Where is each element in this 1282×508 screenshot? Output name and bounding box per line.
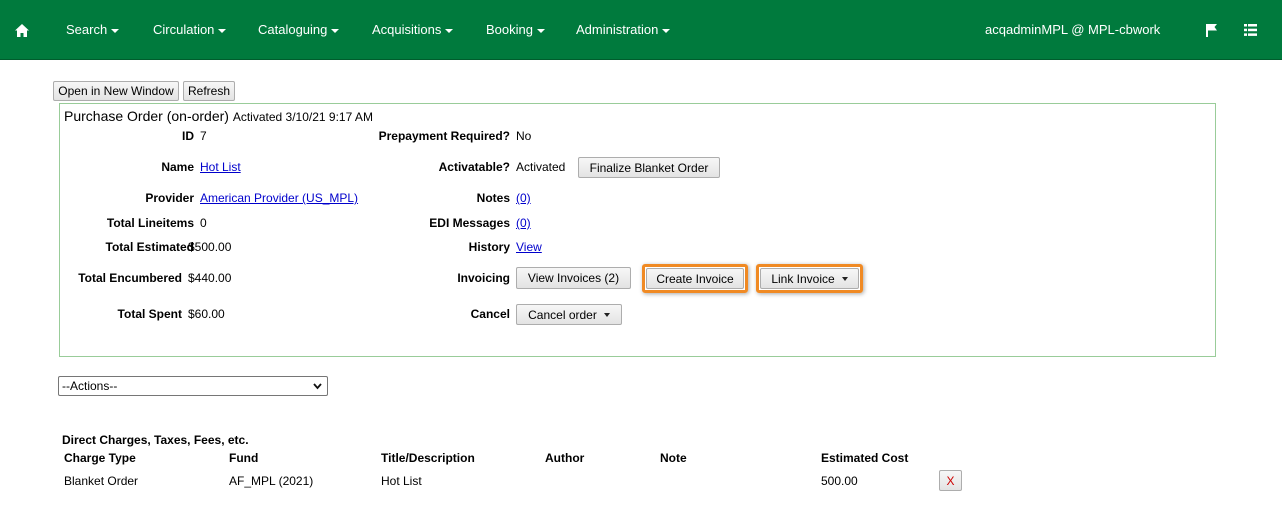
finalize-blanket-order-button[interactable]: Finalize Blanket Order <box>578 157 720 178</box>
nav-administration-menu[interactable]: Administration <box>576 0 671 60</box>
list-icon[interactable] <box>1244 0 1257 60</box>
edi-messages-label: EDI Messages <box>429 216 510 230</box>
actions-selected-value: --Actions-- <box>62 379 118 393</box>
total-lineitems-value: 0 <box>200 216 207 230</box>
nav-cataloguing-menu[interactable]: Cataloguing <box>258 0 340 60</box>
nav-menu-label: Booking <box>486 22 533 37</box>
chevron-down-icon <box>218 28 227 33</box>
nav-menu-label: Administration <box>576 22 659 37</box>
create-invoice-button[interactable]: Create Invoice <box>646 268 744 289</box>
column-header-estimated-cost: Estimated Cost <box>821 451 909 465</box>
open-in-new-window-button[interactable]: Open in New Window <box>53 81 179 101</box>
user-account-label[interactable]: acqadminMPL @ MPL-cbwork <box>985 0 1160 60</box>
chevron-down-icon <box>445 28 454 33</box>
actions-select[interactable]: --Actions-- <box>58 376 328 396</box>
nav-menu-label: Acquisitions <box>372 22 442 37</box>
column-header-note: Note <box>660 451 687 465</box>
provider-label: Provider <box>145 191 194 205</box>
activatable-value: Activated <box>516 160 566 174</box>
direct-charges-heading: Direct Charges, Taxes, Fees, etc. <box>62 433 249 447</box>
cancel-order-label: Cancel order <box>528 307 597 322</box>
cell-estimated-cost: 500.00 <box>821 474 858 488</box>
total-lineitems-label: Total Lineitems <box>106 216 194 230</box>
nav-acquisitions-menu[interactable]: Acquisitions <box>372 0 454 60</box>
flag-icon[interactable] <box>1206 0 1217 60</box>
nav-menu-label: Cataloguing <box>258 22 328 37</box>
chevron-down-icon <box>603 312 610 317</box>
prepayment-required-value: No <box>516 129 532 143</box>
notes-label: Notes <box>476 191 510 205</box>
nav-menu-label: Circulation <box>153 22 215 37</box>
id-label: ID <box>182 129 194 143</box>
prepayment-required-label: Prepayment Required? <box>378 129 510 143</box>
po-title: Purchase Order (on-order) <box>64 108 229 124</box>
total-estimated-label: Total Estimated <box>105 240 194 254</box>
history-view-link[interactable]: View <box>516 240 542 254</box>
edi-messages-link[interactable]: (0) <box>516 216 531 230</box>
cancel-label: Cancel <box>470 307 510 321</box>
name-link[interactable]: Hot List <box>200 160 241 174</box>
chevron-down-icon <box>313 383 322 390</box>
column-header-title: Title/Description <box>381 451 475 465</box>
delete-charge-button[interactable]: X <box>939 470 962 491</box>
po-heading: Purchase Order (on-order) Activated 3/10… <box>64 108 373 124</box>
column-header-fund: Fund <box>229 451 259 465</box>
chevron-down-icon <box>841 276 848 281</box>
total-spent-label: Total Spent <box>117 307 182 321</box>
link-invoice-button[interactable]: Link Invoice <box>760 268 859 289</box>
chevron-down-icon <box>662 28 671 33</box>
chevron-down-icon <box>111 28 120 33</box>
cell-charge-type: Blanket Order <box>64 474 139 488</box>
name-label: Name <box>161 160 194 174</box>
invoicing-label: Invoicing <box>457 271 510 285</box>
total-spent-value: $60.00 <box>188 307 225 321</box>
view-invoices-button[interactable]: View Invoices (2) <box>516 267 631 289</box>
activatable-label: Activatable? <box>438 160 510 174</box>
chevron-down-icon <box>536 28 545 33</box>
chevron-down-icon <box>331 28 340 33</box>
top-navbar: Search Circulation Cataloguing Acquisiti… <box>0 0 1282 60</box>
total-encumbered-label: Total Encumbered <box>78 271 182 285</box>
nav-booking-menu[interactable]: Booking <box>486 0 545 60</box>
provider-link[interactable]: American Provider (US_MPL) <box>200 191 358 205</box>
nav-menu-label: Search <box>66 22 108 37</box>
home-icon[interactable] <box>15 0 29 60</box>
po-activated-date: Activated 3/10/21 9:17 AM <box>232 110 373 124</box>
notes-link[interactable]: (0) <box>516 191 531 205</box>
cell-title: Hot List <box>381 474 422 488</box>
link-invoice-label: Link Invoice <box>771 271 835 286</box>
total-encumbered-value: $440.00 <box>188 271 232 285</box>
nav-circulation-menu[interactable]: Circulation <box>153 0 227 60</box>
cell-fund: AF_MPL (2021) <box>229 474 314 488</box>
total-estimated-value: $500.00 <box>188 240 232 254</box>
cancel-order-button[interactable]: Cancel order <box>516 304 622 325</box>
id-value: 7 <box>200 129 207 143</box>
refresh-button[interactable]: Refresh <box>183 81 235 101</box>
purchase-order-panel <box>59 103 1216 357</box>
column-header-charge-type: Charge Type <box>64 451 136 465</box>
history-label: History <box>468 240 510 254</box>
column-header-author: Author <box>545 451 585 465</box>
nav-search-menu[interactable]: Search <box>66 0 120 60</box>
